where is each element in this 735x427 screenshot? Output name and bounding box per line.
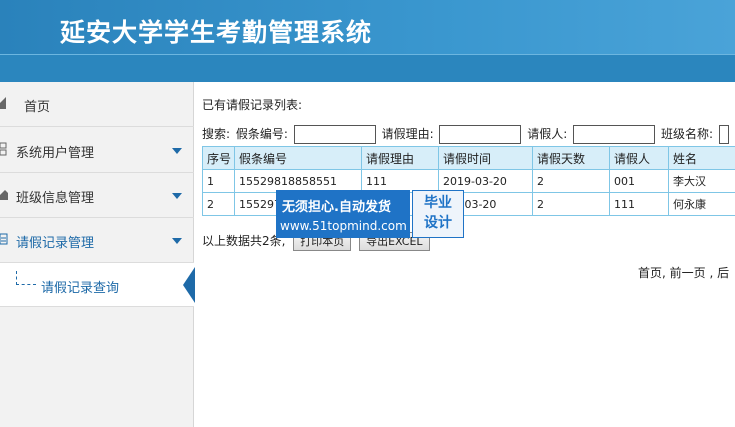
column-header: 假条编号 [234, 146, 362, 170]
sidebar-item-label: 系统用户管理 [16, 146, 95, 161]
table-cell: 2 [532, 169, 610, 193]
applicant-input[interactable] [573, 125, 656, 144]
table-cell: 1 [202, 169, 235, 193]
watermark-badge-bottom: 设计 [424, 215, 452, 231]
search-label-reason: 请假理由: [381, 127, 434, 141]
active-pointer-icon [183, 267, 195, 303]
search-label-applicant: 请假人: [527, 127, 568, 141]
tree-connector [16, 271, 17, 285]
column-header: 姓名 [668, 146, 735, 170]
sidebar-item-home[interactable]: 首页 [0, 82, 194, 127]
sidebar-item-label: 请假记录管理 [16, 236, 95, 251]
app-title: 延安大学学生考勤管理系统 [60, 18, 373, 47]
home-icon [0, 97, 6, 109]
reason-input[interactable] [439, 125, 522, 144]
chevron-down-icon [172, 238, 182, 244]
sidebar-item-label: 班级信息管理 [16, 191, 95, 206]
column-header: 请假人 [609, 146, 669, 170]
table-header-row: 序号 假条编号 请假理由 请假时间 请假天数 请假人 姓名 [202, 146, 735, 170]
search-label-class-name: 班级名称: [660, 127, 714, 141]
table-cell: 111 [609, 192, 669, 216]
column-header: 序号 [202, 146, 235, 170]
column-header: 请假天数 [532, 146, 610, 170]
search-label-leave-id: 假条编号: [235, 127, 288, 141]
sidebar-subitem-leave-query[interactable]: 请假记录查询 [0, 263, 195, 307]
watermark-banner: 无须担心.自动发货 www.51topmind.com 毕业 设计 [276, 190, 464, 238]
list-title: 已有请假记录列表: [202, 98, 303, 112]
watermark-line1: 无须担心.自动发货 [282, 200, 391, 215]
column-header: 请假时间 [438, 146, 533, 170]
chevron-down-icon [172, 193, 182, 199]
watermark-url: www.51topmind.com [280, 219, 407, 233]
watermark-badge-top: 毕业 [424, 195, 452, 211]
sidebar-subitem-label: 请假记录查询 [41, 281, 120, 296]
chevron-down-icon [172, 148, 182, 154]
tree-connector [16, 284, 36, 285]
sidebar-item-label: 首页 [24, 100, 51, 115]
table-cell: 李大汉 [668, 169, 735, 193]
sidebar-item-leave-records[interactable]: 请假记录管理 [0, 218, 194, 263]
search-prefix: 搜索: [202, 127, 231, 141]
table-cell: 001 [609, 169, 669, 193]
app-header: 延安大学学生考勤管理系统 [0, 0, 735, 82]
class-icon [0, 190, 8, 200]
column-header: 请假理由 [361, 146, 439, 170]
sidebar-item-users[interactable]: 系统用户管理 [0, 128, 194, 173]
total-count-text: 以上数据共2条, [202, 234, 286, 248]
header-strip [0, 54, 735, 82]
pagination[interactable]: 首页, 前一页 , 后 [638, 264, 729, 281]
watermark-text-box: 无须担心.自动发货 www.51topmind.com [276, 190, 410, 238]
search-bar: 搜索: 假条编号: 请假理由: 请假人: 班级名称: [202, 125, 735, 144]
table-cell: 2 [532, 192, 610, 216]
class-name-input[interactable] [718, 125, 729, 144]
sidebar: 首页 系统用户管理 班级信息管理 请假记录管理 请假记录查询 [0, 82, 195, 427]
leave-id-input[interactable] [293, 125, 376, 144]
table-cell: 何永康 [668, 192, 735, 216]
leave-icon [0, 233, 8, 245]
table-cell: 2 [202, 192, 235, 216]
users-icon [0, 142, 7, 156]
watermark-badge: 毕业 设计 [412, 190, 464, 238]
sidebar-item-classes[interactable]: 班级信息管理 [0, 173, 194, 218]
